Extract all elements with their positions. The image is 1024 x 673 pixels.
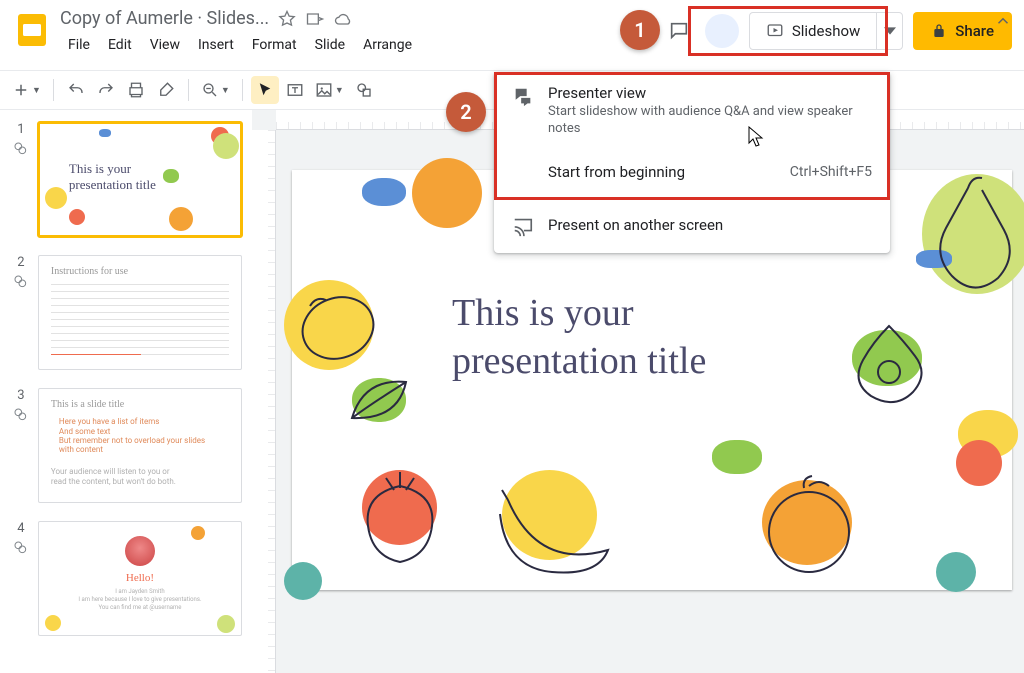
fruit-orange-outline-icon xyxy=(754,474,864,580)
thumb-number: 2 xyxy=(17,255,24,270)
menu-edit[interactable]: Edit xyxy=(100,33,140,57)
fruit-lemon-outline-icon xyxy=(290,276,390,376)
thumb-3[interactable]: 3 This is a slide title Here you have a … xyxy=(10,388,242,503)
shape-tool-button[interactable] xyxy=(350,76,378,104)
thumb-1[interactable]: 1 This is yourpresentation title xyxy=(10,122,242,237)
textbox-tool-button[interactable] xyxy=(281,76,309,104)
undo-button[interactable] xyxy=(62,76,90,104)
notes-icon xyxy=(13,274,29,290)
qa-icon xyxy=(512,86,534,108)
lock-icon xyxy=(931,23,947,39)
menu-item-subtitle: Start slideshow with audience Q&A and vi… xyxy=(548,104,872,138)
slideshow-label: Slideshow xyxy=(792,22,860,40)
decor-blob xyxy=(712,440,762,474)
menu-item-title: Present on another screen xyxy=(548,216,723,234)
cloud-saved-icon[interactable] xyxy=(333,9,353,29)
separator xyxy=(494,198,890,199)
decor-blob xyxy=(284,562,322,600)
comments-button[interactable] xyxy=(663,15,695,47)
thumb-number: 1 xyxy=(17,122,24,137)
thumb-number: 4 xyxy=(17,521,24,536)
share-label: Share xyxy=(955,22,994,40)
thumb-number: 3 xyxy=(17,388,24,403)
callout-2: 2 xyxy=(446,92,486,132)
star-icon[interactable] xyxy=(277,9,297,29)
slideshow-options-menu: Presenter view Start slideshow with audi… xyxy=(494,72,890,253)
menu-slide[interactable]: Slide xyxy=(307,33,353,57)
redo-button[interactable] xyxy=(92,76,120,104)
titlebar: Copy of Aumerle · Slides... File Edit Vi… xyxy=(60,8,663,57)
slideshow-button: Slideshow xyxy=(749,12,903,50)
slideshow-start[interactable]: Slideshow xyxy=(750,13,876,49)
doc-title[interactable]: Copy of Aumerle · Slides... xyxy=(60,8,269,29)
menu-format[interactable]: Format xyxy=(244,33,305,57)
menu-item-presenter-view[interactable]: Presenter view Start slideshow with audi… xyxy=(494,72,890,150)
callout-1: 1 xyxy=(620,10,660,50)
decor-blob xyxy=(412,158,482,228)
fruit-banana-outline-icon xyxy=(488,470,628,580)
fruit-strawberry-outline-icon xyxy=(352,466,448,566)
separator xyxy=(188,79,189,101)
notes-icon xyxy=(13,407,29,423)
menu-file[interactable]: File xyxy=(60,33,98,57)
menu-item-shortcut: Ctrl+Shift+F5 xyxy=(790,164,872,180)
paint-format-button[interactable] xyxy=(152,76,180,104)
menu-view[interactable]: View xyxy=(142,33,188,57)
menu-item-title: Presenter view xyxy=(548,84,872,102)
fruit-pear-outline-icon xyxy=(908,170,1024,310)
notes-icon xyxy=(13,540,29,556)
decor-blob xyxy=(936,552,976,592)
menu-insert[interactable]: Insert xyxy=(190,33,242,57)
cast-icon xyxy=(512,215,534,237)
notes-icon xyxy=(13,141,29,157)
fruit-leaf-outline-icon xyxy=(344,370,414,430)
slideshow-options-button[interactable] xyxy=(876,13,902,49)
zoom-button[interactable]: ▼ xyxy=(197,76,234,104)
filmstrip[interactable]: 1 This is yourpresentation title 2 Ins xyxy=(0,110,252,673)
menubar: File Edit View Insert Format Slide Arran… xyxy=(60,33,663,57)
caret-down-icon xyxy=(884,25,896,37)
print-button[interactable] xyxy=(122,76,150,104)
thumb-2[interactable]: 2 Instructions for use xyxy=(10,255,242,370)
move-icon[interactable] xyxy=(305,9,325,29)
collapse-toolbar-icon[interactable] xyxy=(994,12,1012,30)
separator xyxy=(242,79,243,101)
slides-app-icon[interactable] xyxy=(12,10,52,50)
menu-item-title: Start from beginning xyxy=(548,163,790,181)
separator xyxy=(53,79,54,101)
menu-item-start-from-beginning[interactable]: Start from beginning Ctrl+Shift+F5 xyxy=(494,150,890,194)
play-icon xyxy=(766,22,784,40)
slide-title-text[interactable]: This is yourpresentation title xyxy=(452,290,706,385)
app-header: Copy of Aumerle · Slides... File Edit Vi… xyxy=(0,0,1024,70)
header-right: Slideshow Share xyxy=(663,8,1012,50)
menu-arrange[interactable]: Arrange xyxy=(355,33,420,57)
fruit-avocado-outline-icon xyxy=(844,320,934,406)
new-slide-button[interactable]: ▼ xyxy=(8,76,45,104)
ruler-vertical xyxy=(252,130,276,673)
select-tool-button[interactable] xyxy=(251,76,279,104)
decor-blob xyxy=(362,178,406,206)
decor-blob xyxy=(956,440,1002,486)
thumb-4[interactable]: 4 Hello! I am Jayden Smith I am here bec… xyxy=(10,521,242,636)
image-tool-button[interactable]: ▼ xyxy=(311,76,348,104)
meet-button[interactable] xyxy=(705,14,739,48)
menu-item-present-another-screen[interactable]: Present on another screen xyxy=(494,203,890,247)
